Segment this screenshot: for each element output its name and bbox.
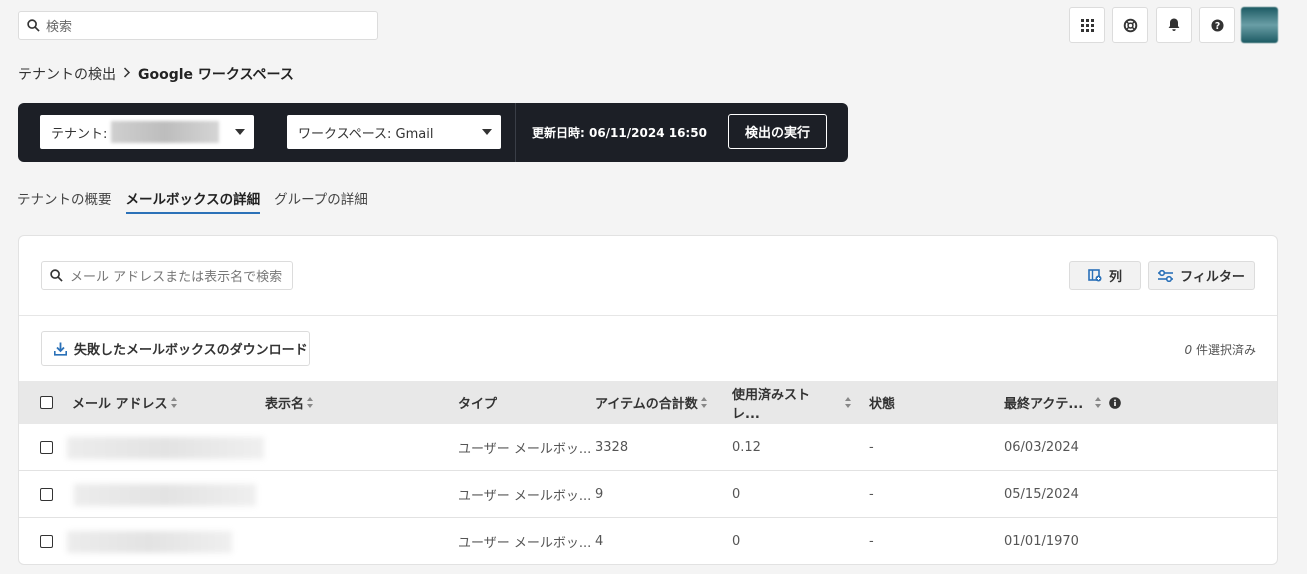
sort-icon <box>170 397 178 408</box>
header-display-name[interactable]: 表示名 <box>265 381 314 424</box>
divider <box>515 103 516 162</box>
cell-storage: 0 <box>732 487 741 502</box>
cell-status: - <box>869 440 874 455</box>
columns-button[interactable]: 列 <box>1069 261 1141 290</box>
cell-status: - <box>869 534 874 549</box>
email-redacted <box>67 424 264 471</box>
tab-group-details[interactable]: グループの詳細 <box>274 188 368 214</box>
tenant-select[interactable]: テナント: <box>40 115 254 149</box>
svg-text:?: ? <box>1214 20 1219 31</box>
filter-button-label: フィルター <box>1180 270 1245 285</box>
download-icon <box>54 342 67 356</box>
header-type-label: タイプ <box>458 397 498 412</box>
header-email-label: メール アドレス <box>72 397 168 412</box>
cell-status: - <box>869 487 874 502</box>
cell-storage: 0 <box>732 534 741 549</box>
table-row[interactable]: ユーザー メールボッ... 3328 0.12 - 06/03/2024 <box>19 424 1277 471</box>
table-row[interactable]: ユーザー メールボッ... 9 0 - 05/15/2024 <box>19 471 1277 518</box>
search-icon <box>50 269 63 282</box>
download-failed-label: 失敗したメールボックスのダウンロード <box>74 343 308 358</box>
search-icon <box>27 19 40 32</box>
row-checkbox[interactable] <box>40 518 53 565</box>
header-item-total-label: アイテムの合計数 <box>595 397 698 412</box>
divider <box>19 315 1277 316</box>
workspace-select[interactable]: ワークスペース: Gmail <box>287 115 501 149</box>
run-discovery-button[interactable]: 検出の実行 <box>728 114 827 149</box>
header-last-activity[interactable]: 最終アクテ... <box>1004 381 1121 424</box>
sort-icon <box>1095 397 1102 408</box>
columns-icon <box>1088 269 1102 282</box>
cell-last-activity: 05/15/2024 <box>1004 487 1079 502</box>
tenant-select-label: テナント: <box>51 126 108 142</box>
breadcrumb-current: Google ワークスペース <box>138 67 294 83</box>
updated-timestamp: 更新日時: 06/11/2024 16:50 <box>532 126 707 140</box>
tab-bar: テナントの概要 メールボックスの詳細 グループの詳細 <box>17 188 382 214</box>
select-all-checkbox[interactable] <box>40 381 53 424</box>
support-button[interactable] <box>1112 7 1148 43</box>
info-icon[interactable] <box>1109 396 1121 409</box>
workspace-select-label: ワークスペース: Gmail <box>298 126 434 142</box>
cell-storage: 0.12 <box>732 440 761 455</box>
cell-type: ユーザー メールボッ... <box>458 489 592 504</box>
cell-last-activity: 06/03/2024 <box>1004 440 1079 455</box>
breadcrumb-parent[interactable]: テナントの検出 <box>18 64 116 84</box>
header-storage-label: 使用済みストレ... <box>732 387 811 422</box>
help-icon: ? <box>1210 18 1224 31</box>
header-display-name-label: 表示名 <box>265 397 305 412</box>
avatar[interactable] <box>1241 7 1278 43</box>
row-checkbox[interactable] <box>40 424 53 471</box>
apps-button[interactable] <box>1069 7 1105 43</box>
header-status[interactable]: 状態 <box>869 381 895 424</box>
cell-type: ユーザー メールボッ... <box>458 536 592 551</box>
cell-type: ユーザー メールボッ... <box>458 442 592 457</box>
filter-icon <box>1158 269 1174 282</box>
email-redacted <box>67 518 232 565</box>
tab-mailbox-details[interactable]: メールボックスの詳細 <box>125 188 261 214</box>
cell-items: 4 <box>595 534 604 549</box>
mailbox-search-input[interactable]: メール アドレスまたは表示名で検索 <box>41 261 293 290</box>
download-failed-button[interactable]: 失敗したメールボックスのダウンロード <box>41 331 310 366</box>
header-type[interactable]: タイプ <box>458 381 497 424</box>
sort-icon <box>700 397 708 408</box>
help-button[interactable]: ? <box>1199 7 1235 43</box>
caret-down-icon <box>235 129 245 135</box>
header-status-label: 状態 <box>869 397 896 412</box>
cell-items: 9 <box>595 487 604 502</box>
mailbox-search-placeholder: メール アドレスまたは表示名で検索 <box>70 270 283 285</box>
selected-count-suffix: 件選択済み <box>1192 343 1256 357</box>
filter-button[interactable]: フィルター <box>1148 261 1255 290</box>
table-header: メール アドレス 表示名 タイプ アイテムの合計数 使用済みストレ... 状態 … <box>19 381 1277 424</box>
apps-grid-icon <box>1080 18 1094 32</box>
header-email[interactable]: メール アドレス <box>72 381 178 424</box>
tab-tenant-overview[interactable]: テナントの概要 <box>17 188 112 214</box>
cell-items: 3328 <box>595 440 629 455</box>
chevron-right-icon <box>123 66 131 82</box>
selected-count: 0 件選択済み <box>1185 341 1256 358</box>
header-last-activity-label: 最終アクテ... <box>1004 397 1084 412</box>
bell-icon <box>1168 18 1180 31</box>
top-search-placeholder: 検索 <box>46 20 73 35</box>
caret-down-icon <box>482 129 492 135</box>
cell-last-activity: 01/01/1970 <box>1004 534 1079 549</box>
header-item-total[interactable]: アイテムの合計数 <box>595 381 708 424</box>
breadcrumb: テナントの検出 Google ワークスペース <box>18 64 294 84</box>
support-icon <box>1123 18 1137 32</box>
mailbox-card: メール アドレスまたは表示名で検索 列 フィルター 失敗したメールボックスのダウ… <box>18 235 1278 565</box>
row-checkbox[interactable] <box>40 471 53 518</box>
email-redacted <box>74 471 256 518</box>
notifications-button[interactable] <box>1156 7 1192 43</box>
top-search-input[interactable]: 検索 <box>18 11 378 40</box>
header-storage[interactable]: 使用済みストレ... <box>732 381 852 424</box>
table-row[interactable]: ユーザー メールボッ... 4 0 - 01/01/1970 <box>19 518 1277 565</box>
tenant-bar: テナント: ワークスペース: Gmail 更新日時: 06/11/2024 16… <box>18 103 848 162</box>
sort-icon <box>845 397 852 408</box>
tenant-name-redacted <box>111 121 220 143</box>
sort-icon <box>307 397 314 408</box>
columns-button-label: 列 <box>1108 270 1122 285</box>
